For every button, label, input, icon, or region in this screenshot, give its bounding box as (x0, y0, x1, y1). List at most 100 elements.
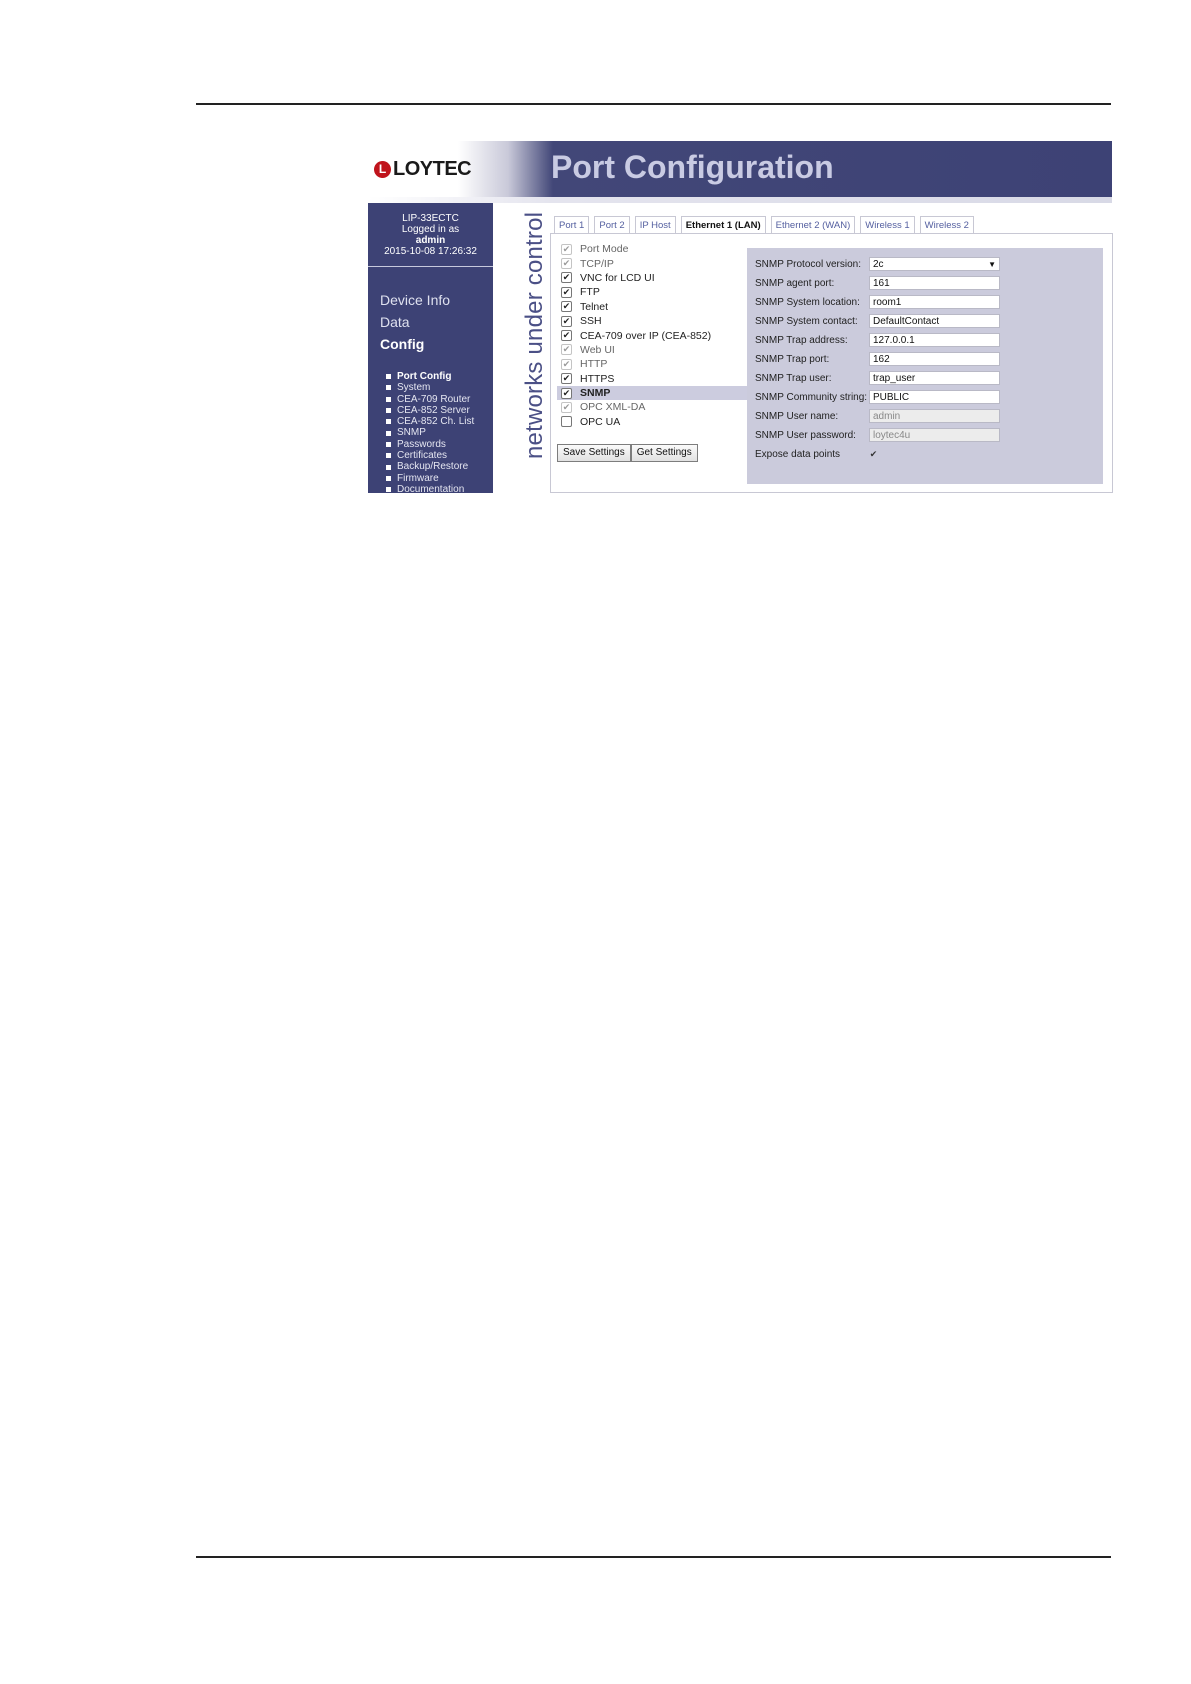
service-checkbox[interactable]: ✔ (561, 387, 572, 399)
snmp-protocol-value: 2c (873, 259, 884, 270)
snmp-protocol-row: SNMP Protocol version: 2c ▼ (755, 256, 1000, 272)
snmp-contact-input[interactable]: DefaultContact (869, 314, 1000, 328)
tab[interactable]: Wireless 2 (919, 216, 974, 234)
login-text: Logged in as (401, 224, 460, 235)
device-info-block: LIP-33ECTC Logged in as admin 2015-10-08… (368, 213, 493, 257)
service-item: ✔ SSH (557, 314, 747, 328)
loytec-logo-icon: L (374, 160, 391, 178)
snmp-protocol-label: SNMP Protocol version: (755, 258, 861, 270)
get-settings-button[interactable]: Get Settings (630, 444, 698, 462)
snmp-user-password-row: SNMP User password: loytec4u (755, 427, 1000, 443)
service-checkbox: ✔ (561, 358, 572, 370)
nav-sub-label: Port Config (397, 371, 452, 382)
snmp-settings: SNMP Protocol version: 2c ▼ SNMP agent p… (747, 248, 1103, 484)
save-settings-button[interactable]: Save Settings (557, 444, 631, 462)
nav-sub-label: SNMP (397, 427, 426, 439)
snmp-community-label: SNMP Community string: (755, 391, 868, 403)
snmp-trap-user-label: SNMP Trap user: (755, 372, 832, 384)
bullet-icon (386, 475, 391, 481)
service-checkbox[interactable]: ✔ (561, 373, 572, 385)
snmp-trap-user-row: SNMP Trap user: trap_user (755, 370, 1000, 386)
sidebar-divider (368, 266, 493, 267)
snmp-agent-port-row: SNMP agent port: 161 (755, 275, 1000, 291)
nav-sub-item[interactable]: CEA-852 Server (386, 405, 474, 416)
service-label: FTP (580, 286, 600, 299)
nav-sub-item[interactable]: Port Config (386, 371, 474, 382)
nav-device-info[interactable]: Device Info (380, 292, 450, 308)
snmp-location-input[interactable]: room1 (869, 295, 1000, 309)
page-title: Port Configuration (551, 149, 834, 185)
nav-sub-item[interactable]: SNMP (386, 427, 474, 438)
page-bottom-rule (196, 1556, 1111, 1558)
snmp-user-name-input[interactable]: admin (869, 409, 1000, 423)
nav-data[interactable]: Data (380, 314, 410, 330)
tab[interactable]: Wireless 1 (860, 216, 915, 234)
nav-sub-label: Firmware (397, 472, 439, 484)
service-checkbox: ✔ (561, 344, 572, 356)
nav-sub-item[interactable]: Certificates (386, 450, 474, 461)
sidebar: LIP-33ECTC Logged in as admin 2015-10-08… (368, 203, 493, 495)
tab[interactable]: Ethernet 1 (LAN) (680, 216, 766, 234)
snmp-trap-port-label: SNMP Trap port: (755, 353, 830, 365)
tab[interactable]: Port 1 (554, 216, 590, 234)
nav-sub-label: System (397, 382, 431, 394)
service-item: ✔ FTP (557, 285, 747, 299)
nav-sub-item[interactable]: Firmware (386, 473, 474, 484)
service-item: ✔ HTTP (557, 357, 747, 371)
snmp-agent-port-input[interactable]: 161 (869, 276, 1000, 290)
service-list: ✔ Port Mode ✔ TCP/IP ✔ VNC for LCD UI ✔ FTP ✔ Tel… (557, 242, 751, 429)
expose-data-points-checkbox[interactable]: ✔ (869, 449, 878, 459)
snmp-user-password-input[interactable]: loytec4u (869, 428, 1000, 442)
nav-sub-item[interactable]: CEA-709 Router (386, 394, 474, 405)
snmp-community-input[interactable]: PUBLIC (869, 390, 1000, 404)
service-item: OPC UA (557, 415, 747, 429)
config-submenu: Port Config System CEA-709 Router CEA-852 S… (386, 371, 474, 495)
service-item: ✔ HTTPS (557, 372, 747, 386)
snmp-user-name-label: SNMP User name: (755, 410, 839, 422)
nav-sub-item[interactable]: Documentation (386, 484, 474, 495)
dropdown-arrow-icon: ▼ (988, 260, 996, 269)
service-checkbox[interactable] (561, 416, 572, 428)
nav-sub-label: Certificates (397, 450, 448, 462)
nav-sub-item[interactable]: CEA-852 Ch. List (386, 416, 474, 427)
tab[interactable]: IP Host (634, 216, 676, 234)
service-item: ✔ OPC XML-DA (557, 400, 747, 414)
service-label: HTTP (580, 358, 608, 371)
bullet-icon (386, 453, 391, 459)
service-checkbox[interactable]: ✔ (561, 272, 572, 284)
tagline: networks under control (521, 211, 548, 459)
service-checkbox: ✔ (561, 243, 572, 255)
nav-sub-item[interactable]: System (386, 382, 474, 393)
nav-sub-label: CEA-852 Ch. List (397, 416, 475, 428)
device-model: LIP-33ECTC (402, 213, 459, 224)
service-checkbox[interactable]: ✔ (561, 286, 572, 298)
settings-panel: ✔ Port Mode ✔ TCP/IP ✔ VNC for LCD UI ✔ FTP ✔ Tel… (550, 233, 1113, 493)
snmp-trap-address-label: SNMP Trap address: (755, 334, 848, 346)
snmp-trap-address-input[interactable]: 127.0.0.1 (869, 333, 1000, 347)
nav-sub-item[interactable]: Passwords (386, 439, 474, 450)
tab[interactable]: Port 2 (594, 216, 630, 234)
service-label: Port Mode (580, 243, 629, 256)
loytec-logo: L LOYTEC (374, 158, 472, 180)
service-item: ✔ VNC for LCD UI (557, 271, 747, 285)
bullet-icon (386, 441, 391, 447)
bullet-icon (386, 408, 391, 414)
service-label: HTTPS (580, 372, 615, 385)
snmp-location-label: SNMP System location: (755, 296, 860, 308)
snmp-trap-user-input[interactable]: trap_user (869, 371, 1000, 385)
bullet-icon (386, 419, 391, 425)
snmp-trap-port-input[interactable]: 162 (869, 352, 1000, 366)
service-checkbox[interactable]: ✔ (561, 315, 572, 327)
nav-config[interactable]: Config (380, 336, 424, 352)
tab[interactable]: Ethernet 2 (WAN) (770, 216, 856, 234)
bullet-icon (386, 430, 391, 436)
service-label: Web UI (580, 343, 615, 356)
nav-sub-label: CEA-852 Server (397, 404, 470, 416)
service-checkbox[interactable]: ✔ (561, 330, 572, 342)
service-label: CEA-709 over IP (CEA-852) (580, 329, 712, 342)
snmp-protocol-select[interactable]: 2c ▼ (869, 257, 1000, 271)
nav-sub-item[interactable]: Backup/Restore (386, 461, 474, 472)
expose-data-points-row: Expose data points ✔ (755, 446, 878, 462)
bullet-icon (386, 464, 391, 470)
service-checkbox[interactable]: ✔ (561, 301, 572, 313)
